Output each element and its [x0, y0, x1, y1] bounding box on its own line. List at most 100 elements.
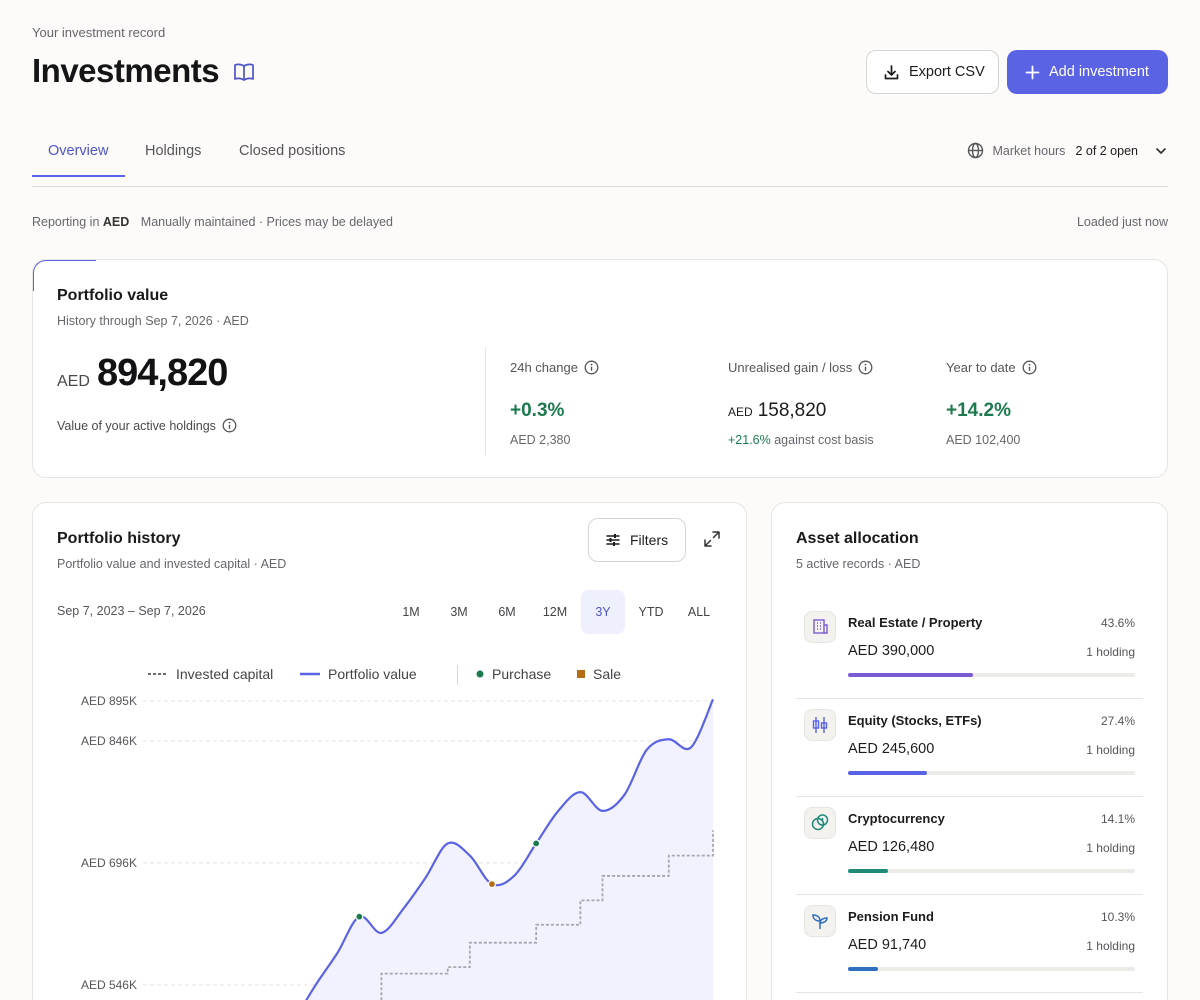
allocation-row[interactable]: Equity (Stocks, ETFs) 27.4% AED 245,600 1 h… [796, 699, 1143, 797]
allocation-row[interactable]: Real Estate / Property 43.6% AED 390,000 1 … [796, 601, 1143, 699]
portfolio-history-chart: AED 895K AED 846K AED 696K AED 546K [81, 694, 715, 1000]
coins-icon [804, 807, 836, 839]
add-investment-label: Add investment [1049, 64, 1149, 80]
allocation-bar-fill [848, 771, 927, 775]
stat-24h-label: 24h change [510, 360, 578, 375]
info-icon[interactable] [1022, 360, 1037, 375]
info-icon[interactable] [222, 418, 237, 433]
allocation-percent: 27.4% [1100, 714, 1135, 728]
market-hours-value: 2 of 2 open [1075, 143, 1138, 158]
stat-unrealised-currency: AED [728, 405, 753, 419]
stat-unrealised-label: Unrealised gain / loss [728, 360, 853, 375]
allocation-bar-track [848, 967, 1135, 971]
building-icon-glyph [813, 619, 828, 634]
stat-ytd-sub: AED 102,400 [946, 433, 1021, 447]
tab-bar: Overview Holdings Closed positions Marke… [32, 128, 1168, 187]
stat-ytd-label-row: Year to date [946, 360, 1037, 375]
asset-allocation-card: Asset allocation 5 active records · AED … [771, 502, 1168, 1000]
sprout-icon [804, 905, 836, 937]
tab-holdings[interactable]: Holdings [145, 143, 201, 159]
globe-icon [968, 142, 984, 159]
asset-allocation-title: Asset allocation [796, 530, 919, 547]
portfolio-value-subtitle: History through Sep 7, 2026 · AED [57, 314, 249, 328]
allocation-value: AED 245,600 [848, 741, 935, 757]
portfolio-value-title: Portfolio value [57, 287, 169, 304]
allocation-bar-track [848, 673, 1135, 677]
stat-24h-value: +0.3% [510, 400, 565, 421]
tab-closed-positions[interactable]: Closed positions [239, 143, 345, 159]
stat-unrealised-pct: +21.6% [728, 433, 771, 447]
allocation-value: AED 91,740 [848, 937, 927, 953]
y-tick-label: AED 895K [81, 694, 137, 708]
portfolio-value-area [306, 699, 713, 1000]
allocation-bar-fill [848, 673, 974, 677]
portfolio-history-card: Portfolio history Portfolio value and in… [32, 502, 747, 1000]
stat-unrealised-value: 158,820 [757, 400, 827, 421]
info-icon[interactable] [858, 360, 873, 375]
reporting-currency: AED [102, 215, 130, 229]
allocation-name: Real Estate / Property [848, 615, 983, 630]
allocation-row[interactable]: Pension Fund 10.3% AED 91,740 1 holding [796, 895, 1143, 993]
stat-ytd-label: Year to date [946, 360, 1016, 375]
allocation-value: AED 390,000 [848, 643, 935, 659]
loaded-status: Loaded just now [1076, 215, 1168, 229]
allocation-value: AED 126,480 [848, 839, 935, 855]
market-hours-label: Market hours [992, 143, 1066, 158]
candlestick-icon [804, 709, 836, 741]
stat-24h-sub: AED 2,380 [510, 433, 571, 447]
page-title: Investments [32, 52, 220, 89]
download-icon [884, 64, 899, 79]
portfolio-value: 894,820 [97, 352, 228, 394]
portfolio-currency: AED [57, 373, 90, 390]
allocation-name: Equity (Stocks, ETFs) [848, 713, 982, 728]
market-hours-dropdown[interactable]: Market hours 2 of 2 open [967, 142, 1168, 159]
stats-divider [485, 347, 486, 455]
allocation-percent: 43.6% [1100, 616, 1135, 630]
reporting-meta: Reporting in AED Manually maintained · P… [32, 215, 393, 229]
stat-ytd-value: +14.2% [946, 400, 1011, 421]
allocation-percent: 10.3% [1100, 910, 1135, 924]
export-csv-button[interactable]: Export CSV [866, 50, 999, 94]
allocation-name: Pension Fund [848, 909, 934, 924]
stat-unrealised-value-row: AED 158,820 [728, 400, 826, 422]
asset-allocation-subtitle: 5 active records · AED [796, 557, 921, 571]
stat-24h-label-row: 24h change [510, 360, 599, 375]
sale-marker [487, 879, 497, 889]
allocation-holdings: 1 holding [1086, 645, 1135, 659]
book-icon[interactable] [233, 62, 255, 82]
allocation-row[interactable]: Cryptocurrency 14.1% AED 126,480 1 holding [796, 797, 1143, 895]
coins-icon-glyph [811, 814, 829, 831]
allocation-bar-fill [848, 869, 889, 873]
reporting-note: Manually maintained · Prices may be dela… [140, 215, 393, 229]
stat-unrealised-note: against cost basis [774, 433, 874, 447]
y-tick-label: AED 846K [81, 734, 137, 748]
allocation-holdings: 1 holding [1086, 743, 1135, 757]
allocation-bar-fill [848, 967, 878, 971]
allocation-bar-track [848, 771, 1135, 775]
portfolio-value-card: Portfolio value History through Sep 7, 2… [32, 259, 1168, 478]
stat-unrealised-sub: +21.6% against cost basis [728, 433, 874, 447]
active-tab-indicator [32, 175, 125, 177]
tab-overview[interactable]: Overview [48, 143, 108, 159]
building-icon [804, 611, 836, 643]
reporting-prefix: Reporting in [32, 215, 100, 229]
plus-icon [1025, 65, 1040, 79]
purchase-marker [532, 839, 541, 848]
y-tick-label: AED 696K [81, 856, 137, 870]
add-investment-button[interactable]: Add investment [1007, 50, 1168, 94]
allocation-percent: 14.1% [1100, 812, 1135, 826]
info-icon[interactable] [584, 360, 599, 375]
chevron-down-icon [1156, 147, 1166, 154]
allocation-holdings: 1 holding [1086, 841, 1135, 855]
candlestick-icon-glyph [812, 717, 828, 733]
allocation-holdings: 1 holding [1086, 939, 1135, 953]
allocation-bar-track [848, 869, 1135, 873]
y-tick-label: AED 546K [81, 978, 137, 992]
purchase-marker [355, 912, 364, 921]
allocation-name: Cryptocurrency [848, 811, 945, 826]
portfolio-caption-row: Value of your active holdings [57, 418, 237, 433]
sprout-icon-glyph [812, 914, 828, 929]
stat-unrealised-label-row: Unrealised gain / loss [728, 360, 873, 375]
export-csv-label: Export CSV [909, 64, 985, 80]
page-eyebrow: Your investment record [32, 25, 166, 40]
